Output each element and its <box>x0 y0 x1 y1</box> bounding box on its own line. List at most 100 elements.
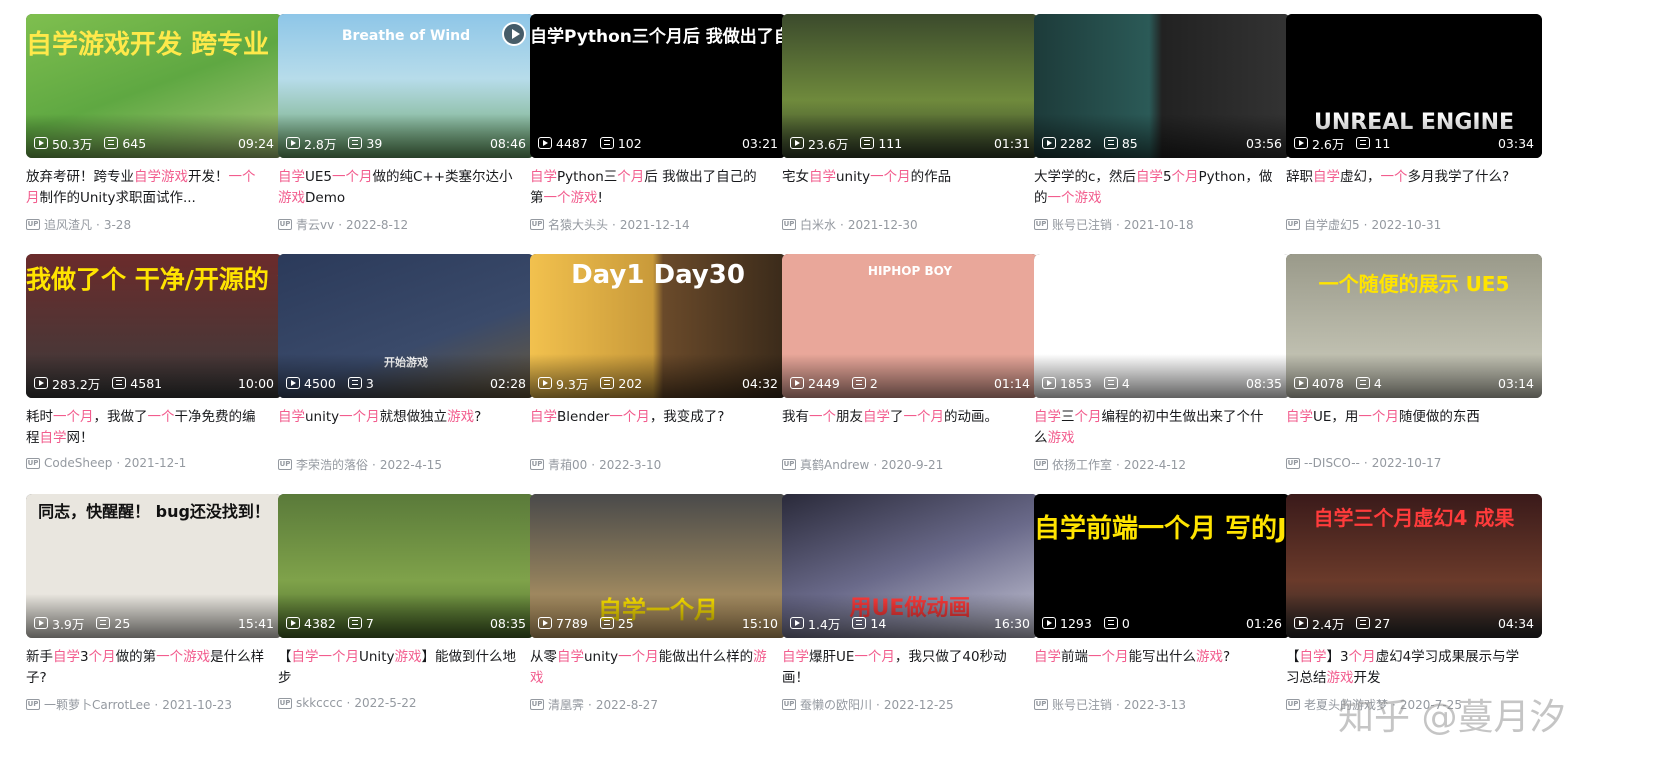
video-title[interactable]: 宅女自学unity一个月的作品 <box>782 167 1022 188</box>
video-thumbnail[interactable]: 同志，快醒醒！ bug还没找到！ 3.9万 25 15:41 <box>26 494 282 638</box>
uploader-name[interactable]: 清凰霁 <box>548 696 584 713</box>
video-card[interactable]: 自学 一个月 7789 25 15:10 从零自学unity一个月能做出什么样的游戏 UP 清… <box>530 494 786 730</box>
video-thumbnail[interactable]: 自学前端一个月 写的JS游戏 1293 0 01:26 <box>1034 494 1290 638</box>
play-count-icon <box>1294 377 1308 389</box>
uploader-name[interactable]: 追风渣凡 <box>44 216 92 233</box>
video-card[interactable]: UNREAL ENGINE2.6万1103:34 辞职自学虚幻，一个多月我学了什么… <box>1286 14 1542 250</box>
video-stats: 2.8万 39 <box>286 135 383 152</box>
keyword-highlight: 一个月 <box>618 649 659 665</box>
video-title[interactable]: 我有一个朋友自学了一个月的动画。 <box>782 407 1022 428</box>
video-thumbnail[interactable]: 一个随便的展示 UE5 4078 4 03:14 <box>1286 254 1542 398</box>
view-count-value: 2282 <box>1060 135 1092 151</box>
keyword-highlight: 一个游戏 <box>156 649 211 665</box>
danmaku-count-value: 111 <box>878 135 903 151</box>
video-title[interactable]: 自学前端一个月能写出什么游戏? <box>1034 647 1274 668</box>
uploader-name[interactable]: 一颗萝卜CarrotLee <box>44 696 150 713</box>
video-thumbnail[interactable]: 2282 85 03:56 <box>1034 14 1290 158</box>
video-meta: UP CodeSheep · 2021-12-1 <box>26 456 282 470</box>
uploader-name[interactable]: skkcccc <box>296 696 343 710</box>
uploader-name[interactable]: 名猿大头头 <box>548 216 608 233</box>
uploader-name[interactable]: 账号已注销 <box>1052 696 1112 713</box>
danmaku-count-value: 25 <box>617 615 634 631</box>
video-card[interactable]: 1853 4 08:35 自学三个月编程的初中生做出来了个什么游戏 UP 依扬工作室 · 20… <box>1034 254 1290 490</box>
keyword-highlight: 游戏 <box>1196 649 1223 665</box>
video-card[interactable]: 23.6万 111 01:31 宅女自学unity一个月的作品 UP 白米水 · 2021-1… <box>782 14 1038 250</box>
uploader-name[interactable]: 蚕懒の欧阳川 <box>800 696 872 713</box>
danmaku-count: 3 <box>347 376 374 391</box>
video-title[interactable]: 自学爆肝UE一个月，我只做了40秒动画！ <box>782 647 1022 689</box>
video-title[interactable]: 自学unity一个月就想做独立游戏? <box>278 407 518 428</box>
video-thumbnail[interactable]: 我做了个 干净/开源的 编程自学网 283.2万 4581 10:00 <box>26 254 282 398</box>
video-card[interactable]: Breathe of Wind 2.8万 39 08:46 自学UE5一个月做的纯C++… <box>278 14 534 250</box>
video-thumbnail[interactable]: 1853 4 08:35 <box>1034 254 1290 398</box>
video-title[interactable]: 大学学的c，然后自学5个月Python，做的一个游戏 <box>1034 167 1274 209</box>
video-stats: 50.3万 645 <box>34 135 146 152</box>
play-count-icon <box>1042 617 1056 629</box>
title-text: 多月我学了什么? <box>1407 169 1510 185</box>
video-card[interactable]: 我做了个 干净/开源的 编程自学网 283.2万 4581 10:00 耗时一个月，我做… <box>26 254 282 490</box>
video-duration: 08:35 <box>489 616 526 631</box>
keyword-highlight: 个月 <box>1171 169 1199 185</box>
upload-date: 2022-4-15 <box>379 457 442 472</box>
video-thumbnail[interactable]: 23.6万 111 01:31 <box>782 14 1038 158</box>
video-thumbnail[interactable]: 开始游戏4500302:28 <box>278 254 534 398</box>
video-title[interactable]: 【自学一个月Unity游戏】能做到什么地步 <box>278 647 518 689</box>
danmaku-count: 0 <box>1103 616 1130 631</box>
video-title[interactable]: 自学Blender一个月，我变成了? <box>530 407 770 428</box>
uploader-name[interactable]: 青葙00 <box>548 456 587 473</box>
video-thumbnail[interactable]: 自学一个月77892515:10 <box>530 494 786 638</box>
video-title[interactable]: 自学三个月编程的初中生做出来了个什么游戏 <box>1034 407 1274 449</box>
video-title[interactable]: 自学UE，用一个月随便做的东西 <box>1286 407 1526 428</box>
video-title[interactable]: 从零自学unity一个月能做出什么样的游戏 <box>530 647 770 689</box>
uploader-name[interactable]: 李荣浩的落俗 <box>296 456 368 473</box>
video-card[interactable]: 4382 7 08:35 【自学一个月Unity游戏】能做到什么地步 UP skkcccc… <box>278 494 534 730</box>
uploader-name[interactable]: --DISCO-- <box>1304 456 1360 470</box>
uploader-name[interactable]: 白米水 <box>800 216 836 233</box>
danmaku-count-value: 39 <box>366 135 383 151</box>
danmaku-count-icon <box>348 137 363 149</box>
video-title[interactable]: 自学UE5一个月做的纯C++类塞尔达小游戏Demo <box>278 167 518 209</box>
video-title[interactable]: 【自学】3个月虚幻4学习成果展示与学习总结游戏开发 <box>1286 647 1526 689</box>
video-card[interactable]: 同志，快醒醒！ bug还没找到！ 3.9万 25 15:41 新手自学3个月做的第一个游… <box>26 494 282 730</box>
video-title[interactable]: 辞职自学虚幻，一个多月我学了什么? <box>1286 167 1526 188</box>
video-title[interactable]: 放弃考研！跨专业自学游戏开发！一个月制作的Unity求职面试作... <box>26 167 266 209</box>
uploader-name[interactable]: 账号已注销 <box>1052 216 1112 233</box>
video-thumbnail[interactable]: 自学游戏开发 跨专业 求职作品 50.3万 645 09:24 <box>26 14 282 158</box>
video-thumbnail[interactable]: HIPHOP BOY 2449 2 01:14 <box>782 254 1038 398</box>
uploader-name[interactable]: CodeSheep <box>44 456 112 470</box>
uploader-name[interactable]: 自学虚幻5 <box>1304 216 1360 233</box>
video-title[interactable]: 自学Python三个月后 我做出了自己的第一个游戏! <box>530 167 770 209</box>
video-thumbnail[interactable]: Breathe of Wind 2.8万 39 08:46 <box>278 14 534 158</box>
uploader-name[interactable]: 真鹤Andrew <box>800 456 869 473</box>
title-text: Unity <box>359 649 395 665</box>
video-card[interactable]: 开始游戏4500302:28自学unity一个月就想做独立游戏?UP李荣浩的落俗… <box>278 254 534 490</box>
upload-date: 2021-10-18 <box>1123 217 1194 232</box>
video-thumbnail[interactable]: UNREAL ENGINE2.6万1103:34 <box>1286 14 1542 158</box>
video-thumbnail[interactable]: Day1 Day30 9.3万 202 04:32 <box>530 254 786 398</box>
video-card[interactable]: 自学前端一个月 写的JS游戏 1293 0 01:26 自学前端一个月能写出什么游戏? U… <box>1034 494 1290 730</box>
video-card[interactable]: 2282 85 03:56 大学学的c，然后自学5个月Python，做的一个游戏 UP 账… <box>1034 14 1290 250</box>
uploader-name[interactable]: 青云vv <box>296 216 334 233</box>
video-thumbnail[interactable]: 用UE做动画1.4万1416:30 <box>782 494 1038 638</box>
video-card[interactable]: Day1 Day30 9.3万 202 04:32 自学Blender一个月，我变成了?… <box>530 254 786 490</box>
video-thumbnail[interactable]: 自学Python三个月后 我做出了自己的第一个游戏 4487 102 03:21 <box>530 14 786 158</box>
keyword-highlight: 一个月 <box>1088 649 1129 665</box>
video-title[interactable]: 耗时一个月，我做了一个干净免费的编程自学网！ <box>26 407 266 449</box>
uploader-name[interactable]: 依扬工作室 <box>1052 456 1112 473</box>
video-card[interactable]: HIPHOP BOY 2449 2 01:14 我有一个朋友自学了一个月的动画。 UP 真鹤… <box>782 254 1038 490</box>
keyword-highlight: 自学 <box>530 169 557 185</box>
danmaku-count-value: 202 <box>618 375 643 391</box>
video-card[interactable]: 一个随便的展示 UE5 4078 4 03:14 自学UE，用一个月随便做的东西 UP --… <box>1286 254 1542 490</box>
video-thumbnail[interactable]: 自学三个月虚幻4 成果 2.4万 27 04:34 <box>1286 494 1542 638</box>
video-duration: 03:14 <box>1497 376 1534 391</box>
danmaku-count-value: 25 <box>114 615 131 631</box>
video-card[interactable]: 用UE做动画1.4万1416:30自学爆肝UE一个月，我只做了40秒动画！UP蚕… <box>782 494 1038 730</box>
keyword-highlight: 一个月 <box>339 409 380 425</box>
title-text: 虚幻， <box>1340 169 1381 185</box>
video-title[interactable]: 新手自学3个月做的第一个游戏是什么样子? <box>26 647 266 689</box>
video-card[interactable]: 自学Python三个月后 我做出了自己的第一个游戏448710203:21 自学P… <box>530 14 786 250</box>
upload-date: 2021-12-1 <box>124 456 187 470</box>
video-stats: 1293 0 <box>1042 615 1130 631</box>
video-thumbnail[interactable]: 4382 7 08:35 <box>278 494 534 638</box>
video-card[interactable]: 自学游戏开发 跨专业 求职作品50.3万64509:24 放弃考研！跨专业自学游戏… <box>26 14 282 250</box>
